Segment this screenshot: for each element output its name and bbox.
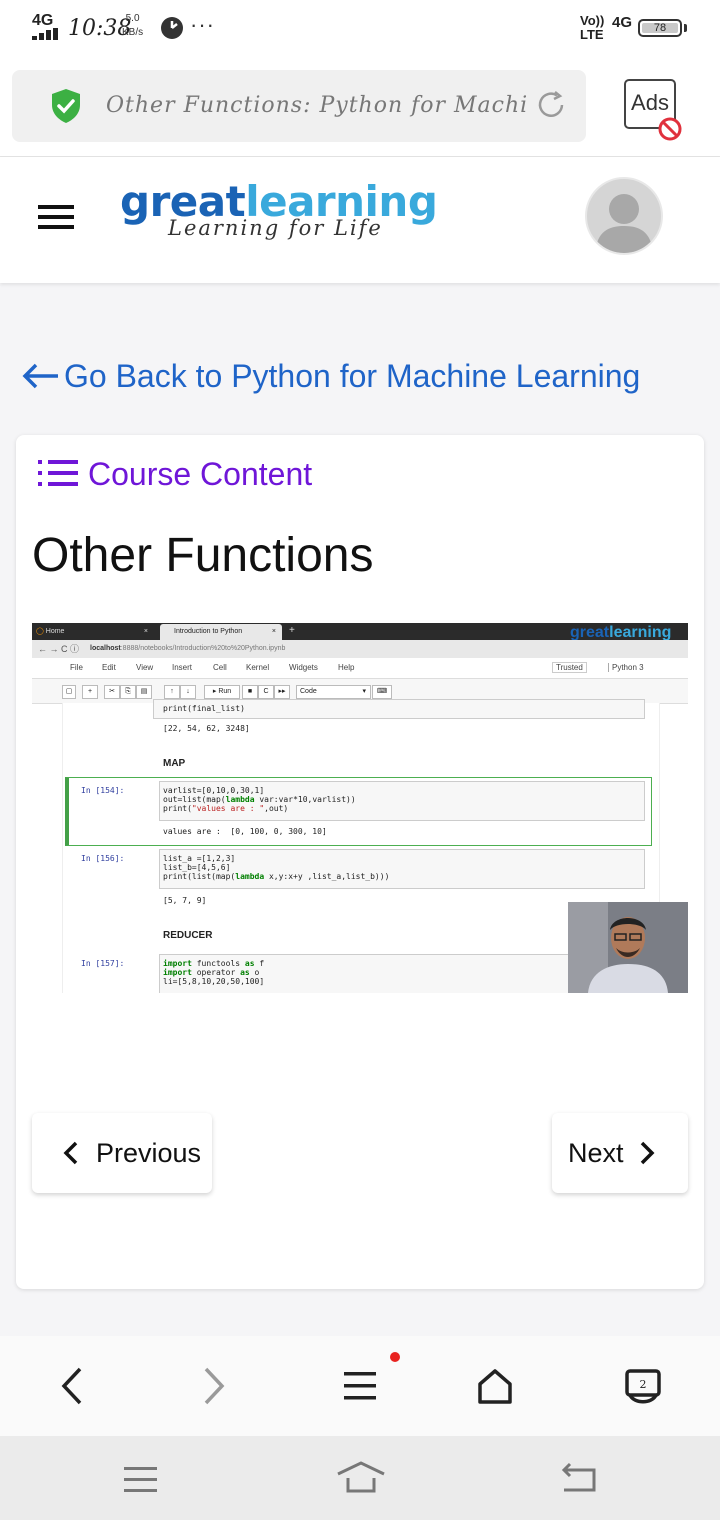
video-run-label: Run xyxy=(218,688,232,695)
avatar[interactable] xyxy=(585,177,663,255)
video-code157-l2: import operator as o xyxy=(163,968,260,977)
video-url-host: localhost xyxy=(90,645,121,652)
video-code156-l1: list_a =[1,2,3] xyxy=(163,854,236,863)
menu-icon[interactable] xyxy=(344,1370,378,1402)
shield-check-icon xyxy=(52,89,80,123)
video-code156-l2: list_b=[4,5,6] xyxy=(163,863,231,872)
previous-label: Previous xyxy=(96,1138,202,1168)
list-icon xyxy=(38,460,78,486)
video-menu-item: View xyxy=(136,663,154,672)
network-type-right: 4G xyxy=(612,14,633,31)
video-menu-item: Widgets xyxy=(289,663,318,672)
page-url-title[interactable]: Other Functions: Python for Machine ... xyxy=(106,93,526,118)
course-content-toggle[interactable]: Course Content xyxy=(38,456,312,493)
video-in157: In [157]: xyxy=(81,959,125,968)
logo-tagline: Learning for Life xyxy=(168,216,383,240)
video-map-header: MAP xyxy=(163,758,186,769)
video-trusted-badge: Trusted xyxy=(552,662,587,673)
block-icon xyxy=(658,117,682,141)
video-menu-item: Edit xyxy=(102,663,116,672)
status-bar: 4G 10:38 5.0 KB/s ··· Vo)) LTE 4G 78 xyxy=(0,0,720,60)
video-nav-arrows: ← → C ⓘ xyxy=(38,644,80,654)
battery-cap xyxy=(684,24,687,32)
reload-icon[interactable] xyxy=(535,89,567,121)
battery-level: 78 xyxy=(642,23,678,34)
instructor-image xyxy=(568,902,688,993)
video-out154: values are : [0, 100, 0, 300, 10] xyxy=(163,827,327,836)
next-label: Next xyxy=(568,1138,624,1168)
previous-button[interactable]: Previous xyxy=(32,1113,212,1193)
browser-bottom-bar: 2 xyxy=(0,1336,720,1436)
video-tab1-label: Home xyxy=(45,628,65,635)
lesson-video[interactable]: ◯ Home × Introduction to Python × + greatl… xyxy=(32,623,688,993)
instructor-webcam xyxy=(568,902,688,993)
tabs-icon[interactable]: 2 xyxy=(624,1368,662,1406)
video-in156: In [156]: xyxy=(81,854,125,863)
system-back-icon[interactable] xyxy=(560,1462,598,1494)
video-out156: [5, 7, 9] xyxy=(163,896,207,905)
video-new-tab-icon: + xyxy=(289,625,295,636)
back-icon[interactable] xyxy=(58,1366,86,1406)
video-code157-l1: import functools as f xyxy=(163,959,265,968)
volte-indicator: Vo)) LTE xyxy=(580,13,605,42)
net-speed-unit: KB/s xyxy=(122,27,144,38)
video-menu-item: File xyxy=(70,663,83,672)
net-speed: 5.0 KB/s xyxy=(122,12,143,40)
video-code-print-final: print(final_list) xyxy=(163,704,245,713)
video-menu-item: Cell xyxy=(213,663,227,672)
video-code154-l2: out=list(map(lambda var:var*10,varlist)) xyxy=(163,795,356,804)
video-url-bar: localhost:8888/notebooks/Introduction%20… xyxy=(32,640,688,658)
svg-text:2: 2 xyxy=(640,1378,647,1391)
system-home-icon[interactable] xyxy=(336,1460,386,1494)
system-navigation-bar xyxy=(0,1436,720,1520)
chevron-left-icon xyxy=(63,1141,78,1165)
video-celltype: Code xyxy=(300,688,317,695)
video-tab-home: ◯ Home × xyxy=(36,628,148,635)
video-out-final: [22, 54, 62, 3248] xyxy=(163,724,250,733)
battery-icon: 78 xyxy=(638,19,682,37)
video-url-path: :8888/notebooks/Introduction%20to%20Pyth… xyxy=(120,645,286,652)
page-title: Other Functions xyxy=(32,529,374,582)
next-button[interactable]: Next xyxy=(552,1113,688,1193)
video-kernel-label: Python 3 xyxy=(608,663,644,672)
hamburger-menu-icon[interactable] xyxy=(38,205,74,235)
back-link-text: Go Back to Python for Machine Learning xyxy=(64,358,641,394)
net-speed-value: 5.0 xyxy=(125,13,140,24)
chevron-right-icon xyxy=(640,1141,655,1165)
video-menu-item: Kernel xyxy=(246,663,270,672)
video-code154-l3: print("values are : ",out) xyxy=(163,804,289,813)
video-tab-notebook: Introduction to Python × xyxy=(160,624,282,640)
video-reducer-header: REDUCER xyxy=(163,930,213,941)
video-code156-l3: print(list(map(lambda x,y:x+y ,list_a,li… xyxy=(163,872,390,881)
user-silhouette-icon xyxy=(595,194,653,253)
signal-icon xyxy=(32,28,58,40)
more-notifications-icon: ··· xyxy=(190,12,215,37)
home-icon[interactable] xyxy=(476,1368,514,1404)
video-menu-item: Insert xyxy=(172,663,193,672)
arrow-left-icon xyxy=(22,363,58,389)
video-tab2-label: Introduction to Python xyxy=(174,628,243,635)
notification-dot xyxy=(390,1352,400,1362)
video-code154-l1: varlist=[0,10,0,30,1] xyxy=(163,786,265,795)
clock-app-icon xyxy=(161,17,183,39)
forward-icon[interactable] xyxy=(200,1366,228,1406)
video-in154: In [154]: xyxy=(81,786,125,795)
back-to-course-link[interactable]: Go Back to Python for Machine Learning xyxy=(22,358,640,395)
recent-apps-icon[interactable] xyxy=(124,1464,158,1494)
video-menu-item: Help xyxy=(338,663,355,672)
video-notebook-menu: File Edit View Insert Cell Kernel Widget… xyxy=(32,658,688,679)
course-content-label: Course Content xyxy=(88,456,313,492)
video-code157-l3: li=[5,8,10,20,50,100] xyxy=(163,977,265,986)
